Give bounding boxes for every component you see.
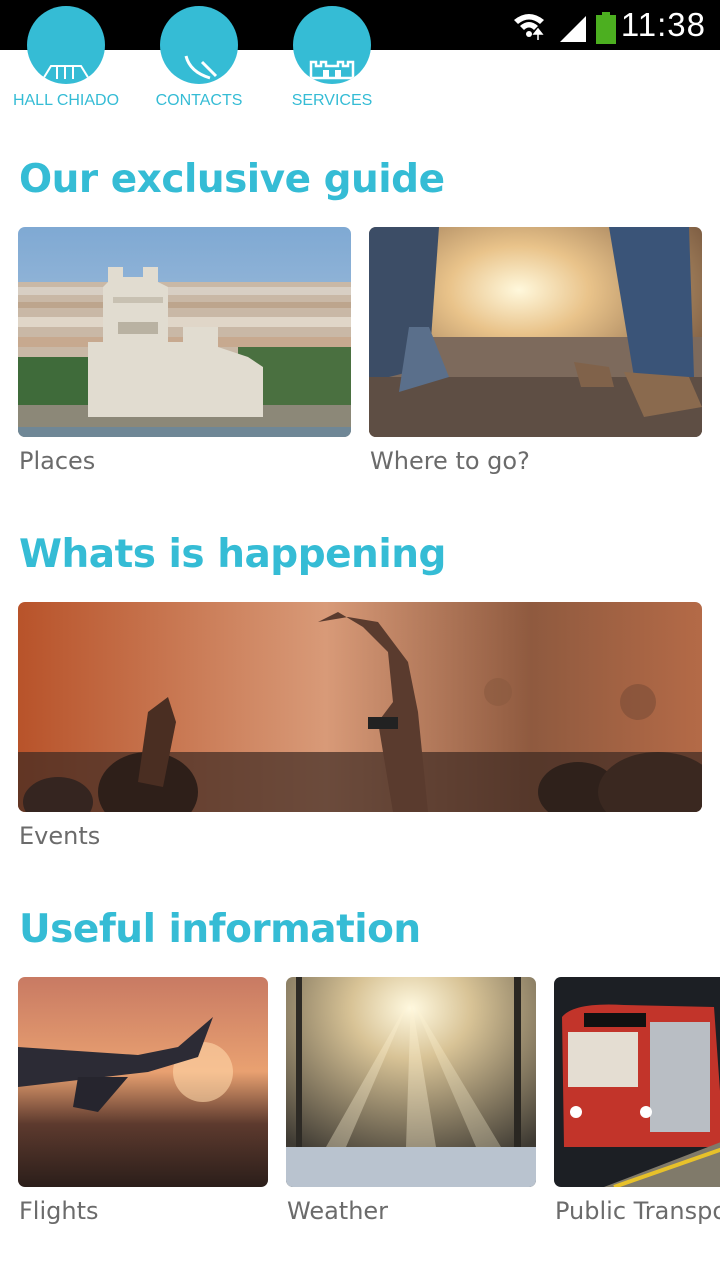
wifi-icon	[514, 14, 544, 40]
events-label: Events	[19, 822, 101, 850]
where-to-go-label: Where to go?	[370, 447, 530, 475]
section-title-happening: Whats is happening	[19, 532, 446, 577]
places-label: Places	[19, 447, 96, 475]
building-icon	[27, 6, 105, 84]
flights-card[interactable]	[18, 977, 268, 1187]
where-to-go-card[interactable]	[369, 227, 702, 437]
quick-action-label: SERVICES	[291, 92, 373, 109]
events-image	[18, 602, 702, 812]
quick-action-label: HALL CHIADO	[12, 92, 120, 109]
public-transport-image	[554, 977, 720, 1187]
events-card[interactable]	[18, 602, 702, 812]
section-title-guide: Our exclusive guide	[19, 157, 445, 202]
phone-icon	[160, 6, 238, 84]
places-image	[18, 227, 351, 437]
public-transport-label: Public Transport	[555, 1197, 720, 1225]
quick-actions: HALL CHIADO CONTACTS SERVICES	[0, 6, 720, 120]
section-title-useful: Useful information	[19, 907, 421, 952]
where-to-go-image	[369, 227, 702, 437]
weather-image	[286, 977, 536, 1187]
public-transport-card[interactable]	[554, 977, 720, 1187]
weather-card[interactable]	[286, 977, 536, 1187]
quick-action-label: CONTACTS	[155, 92, 243, 109]
places-card[interactable]	[18, 227, 351, 437]
flights-label: Flights	[19, 1197, 99, 1225]
signal-icon	[560, 16, 586, 42]
weather-label: Weather	[287, 1197, 389, 1225]
flights-image	[18, 977, 268, 1187]
battery-icon	[596, 12, 616, 44]
castle-icon	[293, 6, 371, 84]
status-time: 11:38	[620, 6, 706, 43]
